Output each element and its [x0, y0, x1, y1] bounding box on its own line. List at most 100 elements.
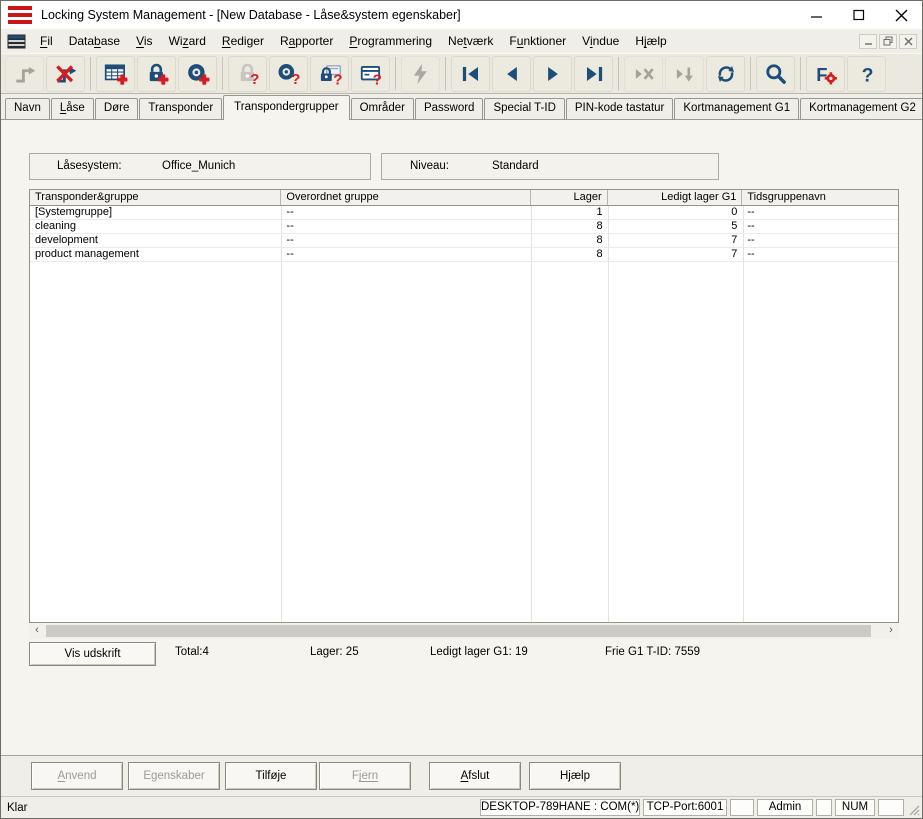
refresh-button[interactable]	[706, 56, 745, 92]
table-cell: --	[742, 206, 898, 219]
minimize-icon	[811, 9, 823, 21]
menu-fil[interactable]: Fil	[32, 31, 61, 51]
status-cell: DESKTOP-789HANE : COM(*)	[480, 799, 640, 816]
scroll-left-icon[interactable]: ‹	[29, 623, 45, 639]
table-cell: cleaning	[30, 220, 281, 233]
tab-password[interactable]: Password	[415, 98, 484, 119]
nav-prev-icon	[499, 61, 525, 87]
menu-programmering[interactable]: Programmering	[341, 31, 440, 51]
mdi-minimize-icon	[864, 37, 873, 46]
read-lock-card-icon: ?	[317, 61, 343, 87]
menu-database[interactable]: Database	[61, 31, 128, 51]
column-header[interactable]: Ledigt lager G1	[608, 190, 743, 205]
table-cell: --	[742, 220, 898, 233]
mdi-minimize-button[interactable]	[859, 34, 877, 49]
column-header[interactable]: Transponder&gruppe	[30, 190, 281, 205]
new-locking-system-button[interactable]	[96, 56, 135, 92]
level-value: Standard	[492, 160, 539, 172]
tab-l-se[interactable]: Låse	[51, 98, 94, 119]
read-lock-button[interactable]: ?	[228, 56, 267, 92]
nav-first-button[interactable]	[451, 56, 490, 92]
status-cell	[730, 799, 754, 816]
tab-omr-der[interactable]: Områder	[351, 98, 414, 119]
nav-prev-button[interactable]	[492, 56, 531, 92]
nav-next-icon	[540, 61, 566, 87]
disconnect-icon	[53, 61, 79, 87]
search-button[interactable]	[756, 56, 795, 92]
read-transponder-icon: ?	[276, 61, 302, 87]
menu-rediger[interactable]: Rediger	[214, 31, 272, 51]
table-cell: 8	[531, 248, 608, 261]
toolbar-separator	[750, 57, 751, 90]
menu-funktioner[interactable]: Funktioner	[501, 31, 574, 51]
app-logo-icon	[8, 6, 32, 24]
table-header: Transponder&gruppeOverordnet gruppeLager…	[30, 190, 898, 206]
menu-vindue[interactable]: Vindue	[574, 31, 627, 51]
nav-last-button[interactable]	[574, 56, 613, 92]
program-button	[401, 56, 440, 92]
column-grid-line	[281, 206, 282, 622]
column-header[interactable]: Overordnet gruppe	[281, 190, 530, 205]
table-cell: [Systemgruppe]	[30, 206, 281, 219]
menu-hjlp[interactable]: Hjælp	[627, 31, 674, 51]
status-cell: NUM	[835, 799, 875, 816]
status-cell: TCP-Port:6001	[643, 799, 727, 816]
hjlp-button[interactable]: Hjælp	[529, 762, 621, 790]
tab-transponder[interactable]: Transponder	[139, 98, 222, 119]
nav-cancel-icon	[631, 61, 657, 87]
menu-wizard[interactable]: Wizard	[161, 31, 214, 51]
tab-kortmanagement-g1[interactable]: Kortmanagement G1	[674, 98, 799, 119]
tab-navn[interactable]: Navn	[5, 98, 50, 119]
tab-kortmanagement-g2[interactable]: Kortmanagement G2	[800, 98, 923, 119]
table-row[interactable]: [Systemgruppe]--10--	[30, 206, 898, 220]
print-preview-button[interactable]: Vis udskrift	[29, 642, 156, 666]
horizontal-scrollbar[interactable]: ‹ ›	[29, 623, 899, 639]
tab-transpondergrupper[interactable]: Transpondergrupper	[223, 95, 349, 120]
maximize-button[interactable]	[838, 1, 880, 29]
table-cell: --	[742, 248, 898, 261]
tab-d-re[interactable]: Døre	[95, 98, 139, 119]
new-transponder-button[interactable]	[178, 56, 217, 92]
tab-special-t-id[interactable]: Special T-ID	[484, 98, 564, 119]
scroll-right-icon[interactable]: ›	[883, 623, 899, 639]
mdi-close-button[interactable]	[899, 34, 917, 49]
read-lock-icon: ?	[235, 61, 261, 87]
table-row[interactable]: development--87--	[30, 234, 898, 248]
locking-system-value: Office_Munich	[162, 160, 235, 172]
resize-grip-icon[interactable]	[907, 803, 920, 816]
table-row[interactable]: cleaning--85--	[30, 220, 898, 234]
level-field: Niveau: Standard	[381, 153, 719, 180]
status-cell	[816, 799, 832, 816]
new-lock-button[interactable]	[137, 56, 176, 92]
scrollbar-thumb[interactable]	[46, 625, 871, 637]
read-lock-card-button[interactable]: ?	[310, 56, 349, 92]
filter-settings-button[interactable]: F	[806, 56, 845, 92]
read-transponder-button[interactable]: ?	[269, 56, 308, 92]
table-cell: --	[281, 234, 530, 247]
close-button[interactable]	[880, 1, 922, 29]
table-cell: 5	[608, 220, 743, 233]
nav-next-button[interactable]	[533, 56, 572, 92]
column-grid-line	[608, 206, 609, 622]
menu-netvrk[interactable]: Netværk	[440, 31, 501, 51]
locking-system-label: Låsesystem:	[57, 160, 122, 172]
column-header[interactable]: Tidsgruppenavn	[742, 190, 898, 205]
minimize-button[interactable]	[796, 1, 838, 29]
mdi-restore-icon	[883, 36, 893, 46]
table-cell: product management	[30, 248, 281, 261]
column-grid-line	[531, 206, 532, 622]
menu-rapporter[interactable]: Rapporter	[272, 31, 341, 51]
nav-commit-icon	[672, 61, 698, 87]
disconnect-button[interactable]	[46, 56, 85, 92]
menu-vis[interactable]: Vis	[128, 31, 160, 51]
table-row[interactable]: product management--87--	[30, 248, 898, 262]
svg-text:?: ?	[250, 70, 259, 86]
tilfje-button[interactable]: Tilføje	[225, 762, 317, 790]
afslut-button[interactable]: Afslut	[429, 762, 521, 790]
tab-pin-kode-tastatur[interactable]: PIN-kode tastatur	[566, 98, 673, 119]
read-window-button[interactable]: ?	[351, 56, 390, 92]
mdi-restore-button[interactable]	[879, 34, 897, 49]
help-button[interactable]: ?	[847, 56, 886, 92]
mdi-document-icon	[7, 34, 26, 49]
column-header[interactable]: Lager	[531, 190, 608, 205]
